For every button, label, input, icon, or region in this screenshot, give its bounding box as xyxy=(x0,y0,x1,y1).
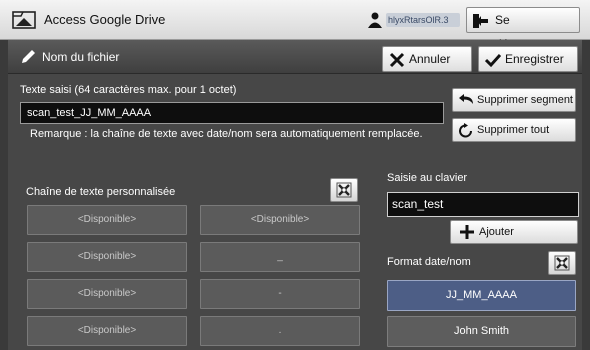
tool-icon xyxy=(554,255,570,271)
date-format-tool-button[interactable] xyxy=(548,251,576,275)
save-button[interactable]: Enregistrer xyxy=(478,46,578,72)
custom-slot[interactable]: <Disponible> xyxy=(200,205,360,235)
refresh-icon xyxy=(458,123,474,138)
user-icon xyxy=(368,12,382,28)
custom-string-label: Chaîne de texte personnalisée xyxy=(26,186,176,198)
custom-slot[interactable]: <Disponible> xyxy=(27,205,187,235)
custom-slot[interactable]: <Disponible> xyxy=(27,279,187,309)
custom-slot[interactable]: <Disponible> xyxy=(27,316,187,346)
drive-icon xyxy=(12,10,36,30)
plus-icon xyxy=(459,224,475,240)
cancel-x-icon xyxy=(389,52,405,68)
cancel-label: Annuler xyxy=(409,52,451,66)
custom-string-tool-button[interactable] xyxy=(330,178,358,202)
date-format-option[interactable]: John Smith xyxy=(387,316,576,347)
app-title: Access Google Drive xyxy=(44,12,166,27)
dialog-title: Nom du fichier xyxy=(42,50,120,64)
add-label: Ajouter xyxy=(479,226,514,238)
dialog-header: Nom du fichier Annuler Enregistrer xyxy=(8,40,582,74)
keyboard-input-field[interactable]: scan_test xyxy=(387,192,579,217)
custom-slot[interactable]: . xyxy=(200,316,360,346)
user-name: hlyxRtarsOlR.3 xyxy=(386,13,460,27)
checkmark-icon xyxy=(484,52,502,68)
entered-text-field[interactable]: scan_test_JJ_MM_AAAA xyxy=(20,102,444,124)
add-button[interactable]: Ajouter xyxy=(450,220,578,244)
pencil-icon xyxy=(20,49,36,65)
custom-slot[interactable]: _ xyxy=(200,242,360,272)
tool-icon xyxy=(336,182,352,198)
entered-text-label: Texte saisi (64 caractères max. pour 1 o… xyxy=(20,84,237,96)
custom-slot[interactable]: - xyxy=(200,279,360,309)
cancel-button[interactable]: Annuler xyxy=(382,46,472,72)
keyboard-input-label: Saisie au clavier xyxy=(387,172,468,184)
date-format-label: Format date/nom xyxy=(387,256,471,268)
delete-segment-label: Supprimer segment xyxy=(477,94,573,106)
logout-label: Se déconnecter xyxy=(495,13,561,51)
date-format-option-selected[interactable]: JJ_MM_AAAA xyxy=(387,280,576,311)
delete-all-label: Supprimer tout xyxy=(477,124,550,136)
delete-all-button[interactable]: Supprimer tout xyxy=(452,118,576,142)
save-label: Enregistrer xyxy=(505,52,564,66)
undo-arrow-icon xyxy=(458,93,474,108)
logout-icon xyxy=(473,14,489,28)
delete-segment-button[interactable]: Supprimer segment xyxy=(452,88,576,112)
logout-button[interactable]: Se déconnecter xyxy=(466,7,580,51)
custom-slot[interactable]: <Disponible> xyxy=(27,242,187,272)
title-bar: Access Google Drive hlyxRtarsOlR.3 Se dé… xyxy=(0,0,590,51)
remark-text: Remarque : la chaîne de texte avec date/… xyxy=(30,128,423,140)
